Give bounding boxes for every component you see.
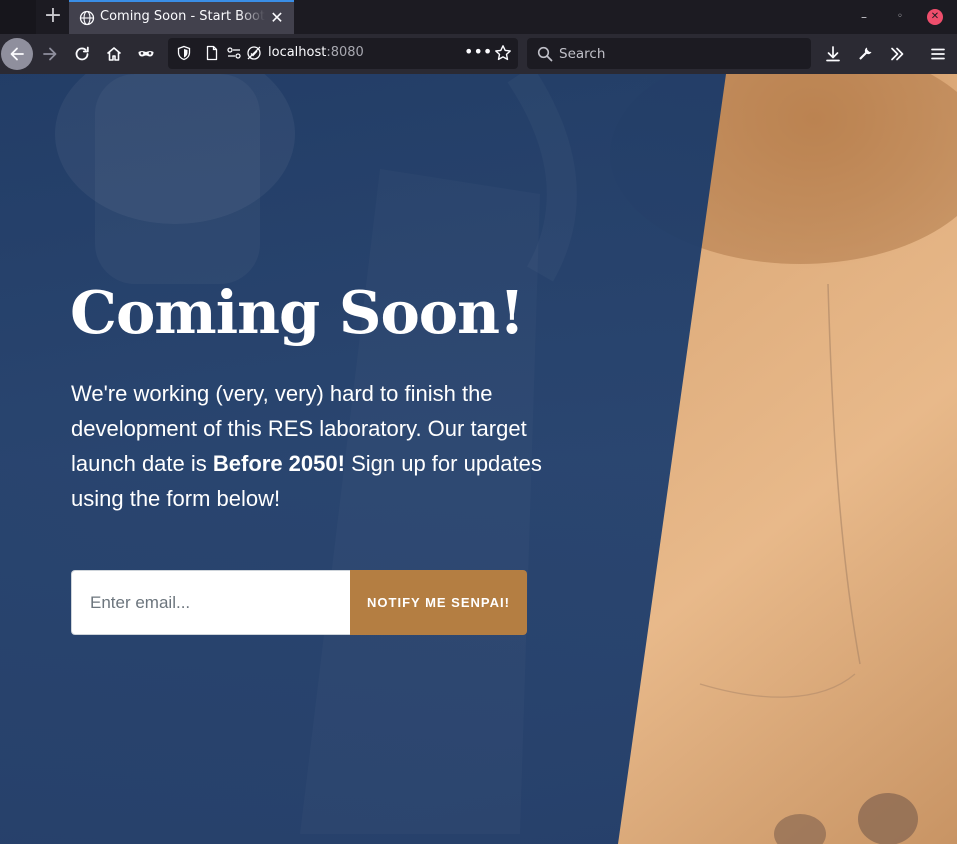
mask-icon — [138, 51, 154, 57]
search-bar[interactable] — [527, 38, 811, 69]
url-bar[interactable]: localhost:8080 ••• — [168, 38, 518, 69]
shield-icon[interactable] — [176, 45, 192, 61]
url-text[interactable]: localhost:8080 — [268, 45, 364, 60]
lead-paragraph: We're working (very, very) hard to finis… — [71, 376, 551, 516]
search-icon — [537, 46, 553, 62]
navigation-toolbar: localhost:8080 ••• — [0, 34, 957, 74]
chevrons-right-icon — [891, 47, 904, 61]
hamburger-menu-icon — [931, 48, 945, 60]
lead-target-date: Before 2050! — [212, 451, 345, 476]
signup-form: NOTIFY ME SENPAI! — [71, 570, 527, 635]
back-arrow-icon — [1, 38, 33, 70]
home-button[interactable] — [98, 38, 130, 70]
permissions-icon[interactable] — [226, 45, 242, 61]
tab-title: Coming Soon - Start Bootstrap Theme — [100, 9, 265, 29]
url-host: localhost — [268, 45, 327, 60]
restore-icon[interactable]: ◦ — [891, 8, 909, 26]
home-icon — [106, 47, 122, 61]
app-menu-button[interactable] — [922, 38, 954, 70]
search-input[interactable] — [559, 43, 799, 64]
url-port: :8080 — [326, 45, 364, 60]
email-field[interactable] — [71, 570, 351, 635]
star-icon[interactable] — [494, 44, 512, 62]
more-dots-icon[interactable]: ••• — [464, 42, 492, 61]
wrench-icon — [859, 47, 872, 60]
page-viewport: Coming Soon! We're working (very, very) … — [0, 74, 957, 844]
active-tab[interactable]: Coming Soon - Start Bootstrap Theme ✕ — [69, 0, 294, 34]
overflow-button[interactable] — [881, 38, 913, 70]
page-icon[interactable] — [204, 45, 220, 61]
close-icon[interactable]: ✕ — [268, 8, 286, 28]
page-title: Coming Soon! — [70, 278, 525, 347]
minimize-icon[interactable]: – — [855, 8, 873, 26]
forward-button[interactable] — [34, 38, 66, 70]
reload-button[interactable] — [66, 38, 98, 70]
forward-arrow-icon — [43, 47, 57, 61]
private-mask-button[interactable] — [130, 38, 162, 70]
reload-icon — [75, 46, 89, 61]
globe-icon — [79, 10, 95, 26]
back-button[interactable] — [1, 38, 33, 70]
window-close-icon[interactable]: ✕ — [927, 9, 943, 25]
tools-button[interactable] — [849, 38, 881, 70]
download-icon — [826, 46, 840, 62]
plus-icon[interactable]: + — [38, 0, 68, 34]
notify-button[interactable]: NOTIFY ME SENPAI! — [350, 570, 527, 635]
tab-strip-spacer — [0, 0, 36, 34]
tab-strip: + Coming Soon - Start Bootstrap Theme ✕ … — [0, 0, 957, 34]
downloads-button[interactable] — [817, 38, 849, 70]
tracking-icon[interactable] — [246, 45, 262, 61]
